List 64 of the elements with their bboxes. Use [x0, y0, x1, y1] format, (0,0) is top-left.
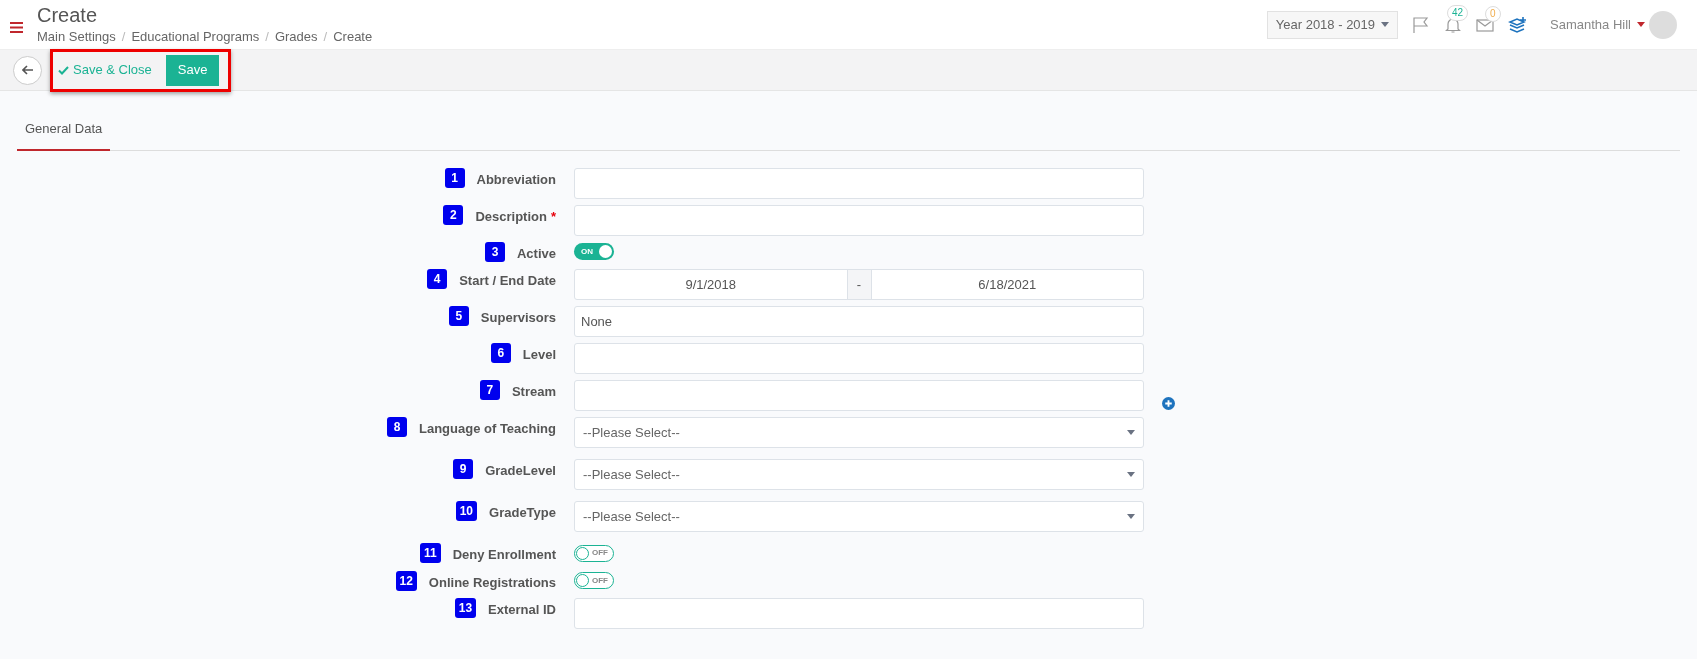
notification-count: 42: [1447, 4, 1469, 21]
menu-icon[interactable]: [10, 22, 23, 33]
field-label: Deny Enrollment: [452, 546, 556, 564]
input-field[interactable]: [574, 380, 1144, 411]
number-badge: 8: [387, 417, 407, 437]
field-label: Start / End Date: [459, 272, 556, 290]
breadcrumb-link[interactable]: Main Settings: [37, 26, 116, 47]
number-badge: 7: [479, 380, 500, 400]
select-field[interactable]: --Please Select--: [574, 417, 1144, 448]
breadcrumb-link[interactable]: Grades: [274, 26, 318, 47]
number-badge: 6: [490, 343, 511, 363]
caret-icon: [1127, 430, 1135, 435]
input-field[interactable]: [574, 598, 1144, 629]
field-label: Online Registrations: [428, 573, 556, 592]
field-label: Stream: [511, 383, 556, 401]
breadcrumb-separator: /: [323, 27, 328, 46]
field-label: Language of Teaching: [419, 420, 556, 438]
caret-icon: [1637, 22, 1645, 27]
caret-icon: [1127, 472, 1135, 477]
toggle-switch[interactable]: OFF: [574, 572, 614, 589]
select-field[interactable]: --Please Select--: [574, 459, 1144, 490]
number-badge: 9: [453, 459, 474, 479]
number-badge: 13: [454, 598, 477, 618]
page-title: Create: [37, 2, 99, 27]
toggle-switch[interactable]: OFF: [574, 544, 614, 562]
number-badge: 4: [427, 269, 448, 289]
field-label: Active: [516, 244, 556, 263]
field-label: GradeLevel: [485, 462, 556, 480]
number-badge: 5: [448, 306, 469, 326]
field-label: Description *: [475, 207, 556, 226]
back-button[interactable]: [13, 55, 42, 85]
breadcrumb-separator: /: [121, 27, 126, 46]
add-icon[interactable]: [1162, 397, 1175, 410]
caret-icon: [1127, 514, 1135, 519]
field-label: GradeType: [489, 504, 556, 522]
user-name[interactable]: Samantha Hill: [1550, 14, 1631, 35]
select-field[interactable]: --Please Select--: [574, 501, 1144, 532]
number-badge: 10: [455, 501, 478, 521]
input-field[interactable]: [574, 167, 1144, 199]
field-label: Abbreviation: [476, 170, 556, 189]
number-badge: 2: [443, 204, 464, 225]
flag-icon[interactable]: [1412, 15, 1431, 34]
breadcrumb-link[interactable]: Educational Programs: [131, 26, 260, 47]
number-badge: 3: [484, 241, 505, 262]
year-dropdown[interactable]: Year 2018 - 2019: [1266, 10, 1399, 39]
layers-plus-icon[interactable]: [1508, 15, 1529, 34]
check-icon: [58, 65, 69, 75]
avatar-icon[interactable]: [1649, 10, 1677, 39]
field-label: External ID: [488, 601, 556, 619]
field-label: Supervisors: [480, 309, 556, 327]
number-badge: 1: [444, 167, 465, 188]
message-count: 0: [1485, 5, 1501, 22]
caret-icon: [1381, 22, 1390, 27]
input-field[interactable]: None: [574, 306, 1144, 337]
number-badge: 12: [395, 570, 417, 591]
breadcrumb-link[interactable]: Create: [333, 26, 373, 47]
breadcrumb-separator: /: [265, 27, 269, 46]
arrow-left-icon: [21, 64, 34, 76]
mail-icon[interactable]: [1476, 16, 1495, 33]
number-badge: 11: [420, 543, 441, 563]
input-field[interactable]: [574, 343, 1144, 374]
tab[interactable]: General Data: [17, 119, 111, 151]
field-label: Level: [522, 346, 556, 364]
input-field[interactable]: [574, 204, 1144, 236]
